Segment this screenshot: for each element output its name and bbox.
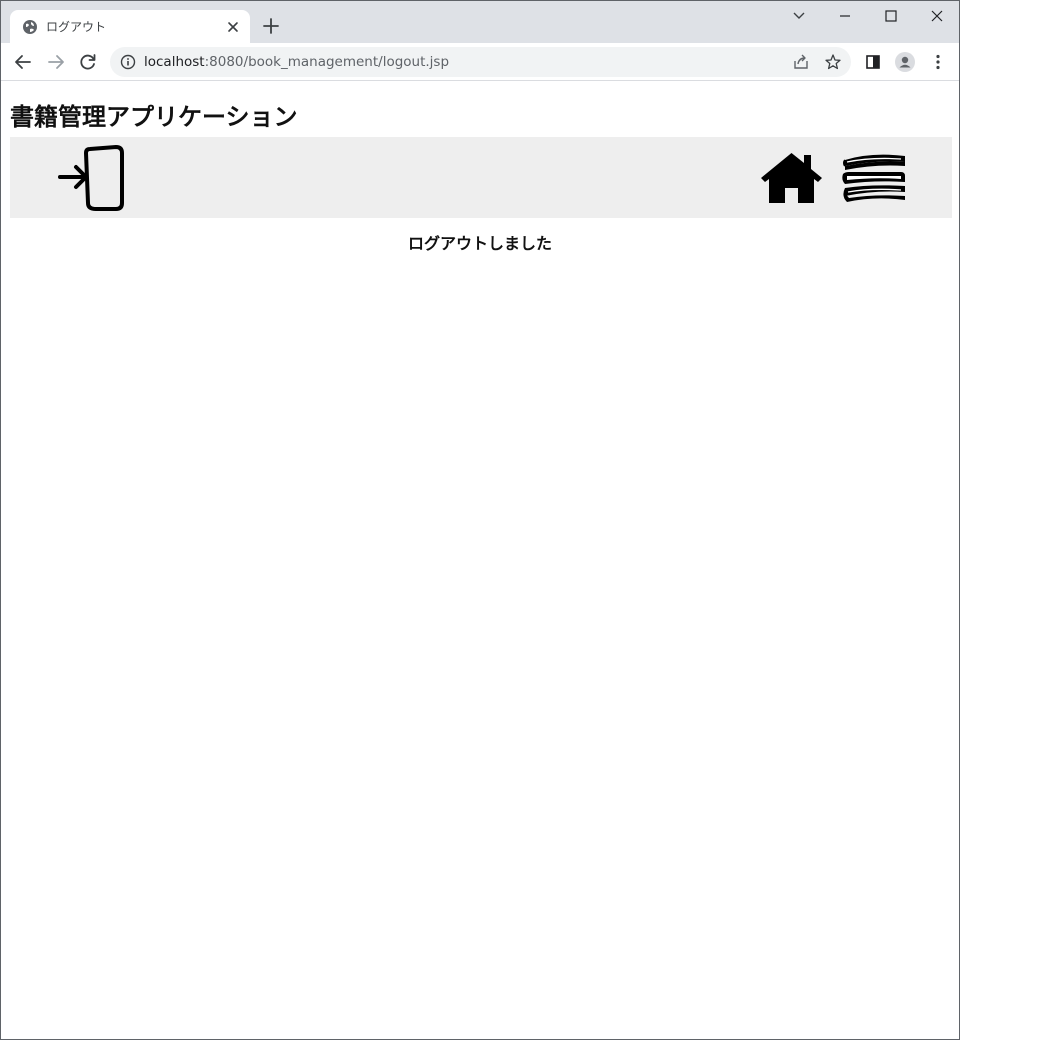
tab-search-chevron-icon[interactable] bbox=[788, 5, 810, 27]
address-bar[interactable]: localhost:8080/book_management/logout.js… bbox=[110, 47, 851, 77]
logout-message: ログアウトしました bbox=[407, 234, 552, 253]
app-title: 書籍管理アプリケーション bbox=[10, 103, 298, 131]
browser-window: ログアウト localhost:8080/book_management/log… bbox=[0, 0, 960, 1040]
menu-kebab-icon[interactable] bbox=[927, 51, 949, 73]
home-icon[interactable] bbox=[759, 151, 824, 205]
side-panel-icon[interactable] bbox=[862, 51, 884, 73]
reload-icon[interactable] bbox=[77, 51, 99, 73]
share-icon[interactable] bbox=[792, 53, 810, 71]
site-info-icon[interactable] bbox=[120, 54, 136, 70]
tab-strip: ログアウト bbox=[1, 1, 959, 43]
url-host: localhost bbox=[144, 54, 205, 70]
url-text[interactable]: localhost:8080/book_management/logout.js… bbox=[144, 54, 449, 70]
close-window-icon[interactable] bbox=[926, 5, 948, 27]
browser-toolbar: localhost:8080/book_management/logout.js… bbox=[1, 43, 959, 81]
page-content: 書籍管理アプリケーション ログアウトしました bbox=[1, 81, 959, 1039]
bookmark-star-icon[interactable] bbox=[824, 53, 842, 71]
forward-arrow-icon[interactable] bbox=[45, 51, 67, 73]
profile-avatar-icon[interactable] bbox=[894, 51, 916, 73]
tab-title: ログアウト bbox=[46, 20, 107, 34]
maximize-icon[interactable] bbox=[880, 5, 902, 27]
nav-bar bbox=[10, 137, 952, 218]
new-tab-icon[interactable] bbox=[261, 16, 281, 36]
back-arrow-icon[interactable] bbox=[12, 51, 34, 73]
url-path: :8080/book_management/logout.jsp bbox=[204, 54, 450, 70]
globe-icon bbox=[23, 20, 37, 34]
browser-tab-active[interactable]: ログアウト bbox=[10, 10, 250, 43]
books-icon[interactable] bbox=[841, 152, 907, 204]
login-icon[interactable] bbox=[58, 145, 126, 211]
close-tab-icon[interactable] bbox=[224, 18, 242, 36]
minimize-icon[interactable] bbox=[834, 5, 856, 27]
